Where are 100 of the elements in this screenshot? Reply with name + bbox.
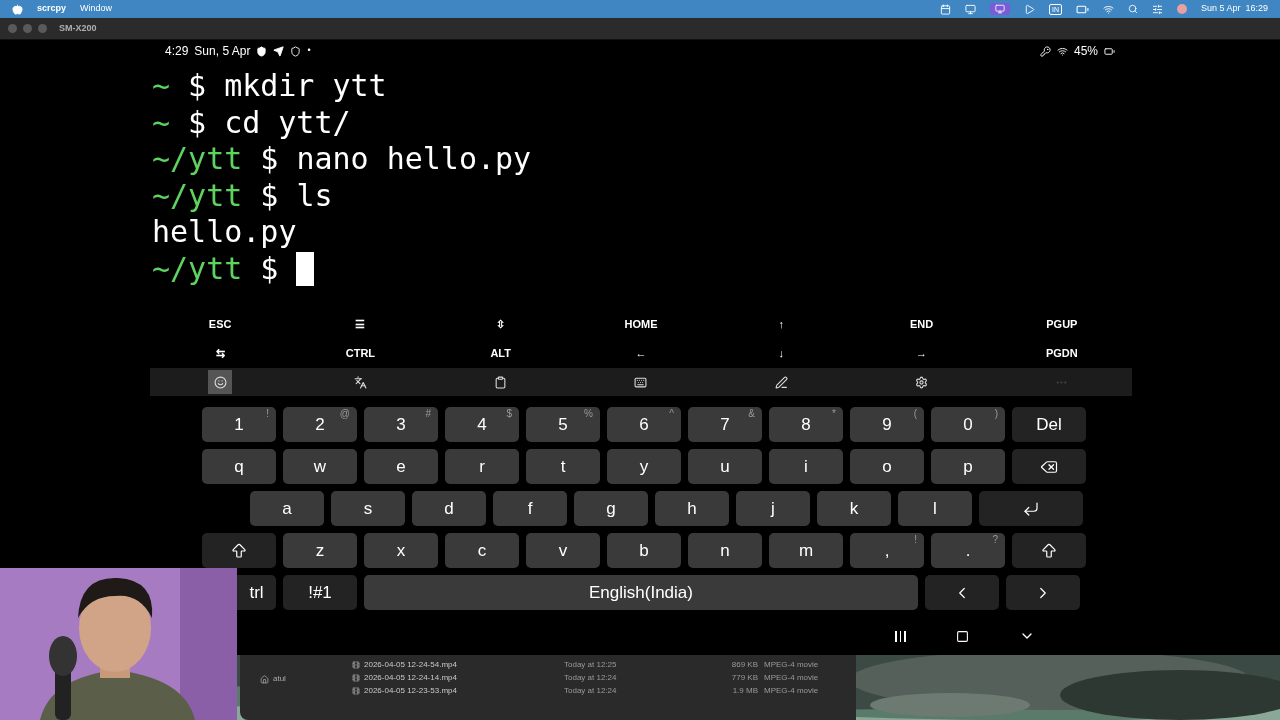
- key-hint: %: [584, 408, 593, 420]
- sidebar-item[interactable]: atul: [273, 673, 286, 685]
- calendar-icon[interactable]: [939, 3, 951, 15]
- keyboard-key[interactable]: y: [607, 449, 681, 484]
- extra-key[interactable]: PGDN: [1045, 345, 1078, 362]
- key-icon: [1039, 45, 1051, 57]
- maximize-button[interactable]: [38, 24, 47, 33]
- keyboard-key[interactable]: r: [445, 449, 519, 484]
- keyboard-key[interactable]: !#1: [283, 575, 357, 610]
- search-icon[interactable]: [1127, 4, 1138, 14]
- prompt-symbol: $: [260, 250, 279, 287]
- extra-key[interactable]: ⇆: [215, 345, 225, 362]
- keyboard-key[interactable]: 3 #: [364, 407, 438, 442]
- extra-key[interactable]: PGUP: [1046, 316, 1078, 333]
- extra-key[interactable]: ↑: [778, 316, 785, 333]
- keyboard-key[interactable]: 4 $: [445, 407, 519, 442]
- space-key[interactable]: English(India): [364, 575, 918, 610]
- prompt-symbol: $: [260, 141, 279, 178]
- keyboard-key[interactable]: u: [688, 449, 762, 484]
- key-hint: *: [832, 408, 836, 420]
- shift-icon: [230, 541, 248, 560]
- keyboard-key[interactable]: . ?: [931, 533, 1005, 568]
- menu-clock[interactable]: Sun 5 Apr 16:29: [1200, 2, 1268, 16]
- keyboard-key[interactable]: 8 *: [769, 407, 843, 442]
- close-button[interactable]: [8, 24, 17, 33]
- extra-key[interactable]: →: [916, 345, 928, 362]
- wifi-icon: [1056, 45, 1068, 57]
- profile-icon[interactable]: [1176, 4, 1187, 14]
- status-date: Sun, 5 Apr: [194, 43, 251, 60]
- status-time: 4:29: [165, 43, 189, 60]
- recents-icon[interactable]: [895, 630, 906, 642]
- terminal-command: ls: [296, 177, 333, 214]
- extra-key[interactable]: ☰: [355, 316, 366, 333]
- key-hint: ^: [669, 408, 674, 420]
- toolbar-button[interactable]: [208, 370, 233, 394]
- minimize-button[interactable]: [23, 24, 32, 33]
- extra-key[interactable]: ALT: [490, 345, 511, 362]
- keyboard-key[interactable]: 7 &: [688, 407, 762, 442]
- shield-icon: [290, 45, 302, 57]
- extra-key[interactable]: END: [909, 316, 934, 333]
- key-hint: @: [339, 408, 350, 420]
- keyboard-key[interactable]: v: [526, 533, 600, 568]
- keyboard-key[interactable]: q: [202, 449, 276, 484]
- prompt-path: ~/ytt: [152, 141, 243, 178]
- keyboard-key[interactable]: 2 @: [283, 407, 357, 442]
- keyboard-key[interactable]: trl: [237, 575, 276, 610]
- play-icon[interactable]: [1023, 3, 1035, 15]
- keyboard-key[interactable]: a: [250, 491, 324, 526]
- keyboard-key[interactable]: c: [445, 533, 519, 568]
- keyboard-key[interactable]: s: [331, 491, 405, 526]
- extra-key[interactable]: ↓: [778, 345, 785, 362]
- extra-key[interactable]: CTRL: [345, 345, 376, 362]
- keyboard-key[interactable]: l: [898, 491, 972, 526]
- extra-key[interactable]: ←: [635, 345, 647, 362]
- keyboard-key[interactable]: i: [769, 449, 843, 484]
- keyboard-key[interactable]: [1012, 533, 1086, 568]
- keyboard-key[interactable]: [1012, 449, 1086, 484]
- keyboard-key[interactable]: b: [607, 533, 681, 568]
- key-hint: ): [994, 408, 998, 420]
- keyboard-key[interactable]: z: [283, 533, 357, 568]
- home-icon[interactable]: [955, 629, 969, 643]
- keyboard-key[interactable]: x: [364, 533, 438, 568]
- shift-icon: [1040, 541, 1058, 560]
- keyboard-key[interactable]: w: [283, 449, 357, 484]
- extra-key[interactable]: ESC: [208, 316, 232, 333]
- apple-icon[interactable]: [12, 3, 23, 15]
- monitor-icon[interactable]: [964, 3, 976, 15]
- keyboard-key[interactable]: g: [574, 491, 648, 526]
- keyboard-key[interactable]: , !: [850, 533, 924, 568]
- extra-key[interactable]: HOME: [624, 316, 658, 333]
- control-center-icon[interactable]: [1151, 3, 1163, 15]
- keyboard-key[interactable]: 1 !: [202, 407, 276, 442]
- extra-key[interactable]: ⇳: [496, 316, 506, 333]
- keyboard-key[interactable]: Del: [1012, 407, 1086, 442]
- terminal-command: cd ytt/: [224, 104, 351, 141]
- keyboard-key[interactable]: k: [817, 491, 891, 526]
- app-menu[interactable]: scrcpy: [37, 2, 67, 16]
- keyboard-key[interactable]: m: [769, 533, 843, 568]
- keyboard-key[interactable]: t: [526, 449, 600, 484]
- keyboard-key[interactable]: e: [364, 449, 438, 484]
- keyboard-key[interactable]: p: [931, 449, 1005, 484]
- keyboard-key[interactable]: h: [655, 491, 729, 526]
- prompt-symbol: $: [188, 68, 207, 105]
- prompt-symbol: $: [188, 104, 207, 141]
- file-kind: MPEG-4 movie: [764, 671, 819, 684]
- keyboard-key[interactable]: n: [688, 533, 762, 568]
- keyboard-key[interactable]: f: [493, 491, 567, 526]
- keyboard-key[interactable]: 0 ): [931, 407, 1005, 442]
- keyboard-key[interactable]: j: [736, 491, 810, 526]
- prompt-path: ~/ytt: [152, 177, 243, 214]
- terminal-command: mkdir ytt: [224, 68, 387, 105]
- keyboard-key[interactable]: [202, 533, 276, 568]
- screen-record-icon[interactable]: [989, 3, 1010, 15]
- keyboard-key[interactable]: d: [412, 491, 486, 526]
- keyboard-key[interactable]: 9 (: [850, 407, 924, 442]
- keyboard-key[interactable]: 6 ^: [607, 407, 681, 442]
- wifi-icon[interactable]: [1102, 3, 1114, 15]
- menu-item[interactable]: Window: [80, 2, 113, 16]
- keyboard-key[interactable]: 5 %: [526, 407, 600, 442]
- keyboard-key[interactable]: o: [850, 449, 924, 484]
